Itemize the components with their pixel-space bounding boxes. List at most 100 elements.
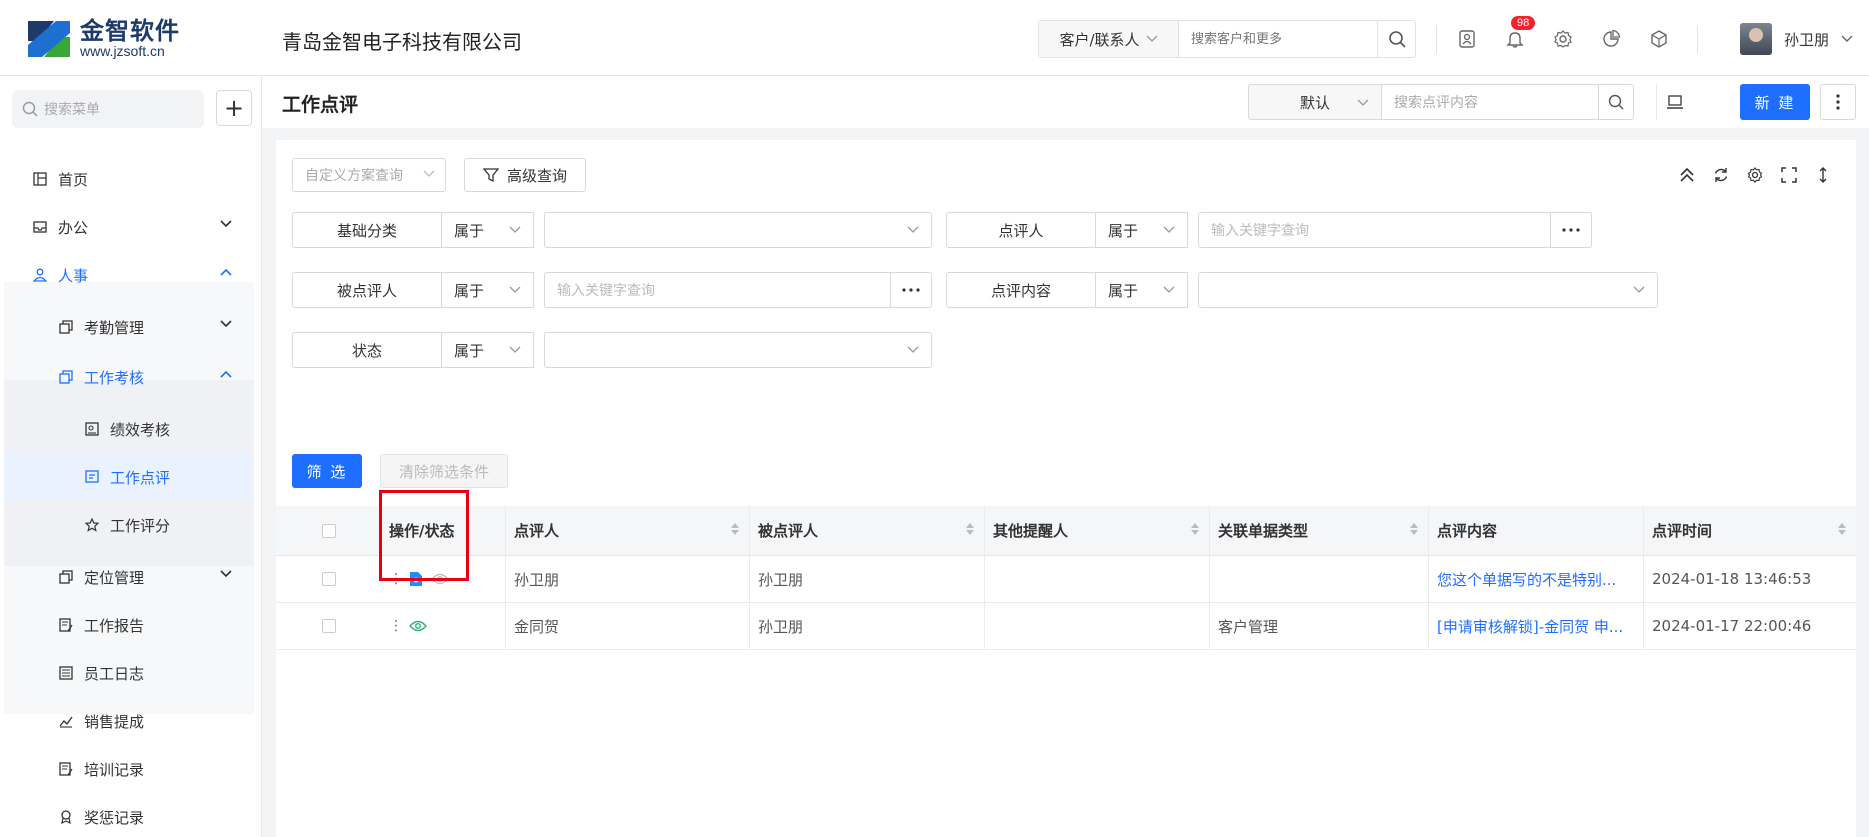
filter-op-reviewer[interactable]: 属于 (1096, 212, 1188, 248)
collapse-button[interactable] (1670, 162, 1704, 188)
fullscreen-button[interactable] (1772, 162, 1806, 188)
sidebar-item-rewards[interactable]: 奖惩记录 (4, 794, 252, 837)
col-time[interactable]: 点评时间 (1644, 506, 1856, 555)
medal-icon (58, 809, 74, 825)
table-row[interactable]: ⋮ 金同贺 孙卫朋 客户管理 [申请审核解锁]-金同贺 申... 2024-01… (276, 603, 1856, 650)
highlight-box (379, 490, 469, 581)
table-row[interactable]: ⋮ 孙卫朋 孙卫朋 您这个单据写的不是特别... 2024-01-18 13:4… (276, 556, 1856, 603)
sidebar-item-office[interactable]: 办公 (4, 204, 252, 250)
search-icon (1608, 94, 1624, 110)
custom-plan-select[interactable]: 自定义方案查询 (292, 158, 446, 192)
apps-button[interactable] (1635, 22, 1683, 56)
col-reviewee[interactable]: 被点评人 (750, 506, 985, 555)
drag-handle-icon[interactable]: ⋮ (389, 618, 403, 634)
row-height-button[interactable] (1806, 162, 1840, 188)
review-content-link[interactable]: 您这个单据写的不是特别... (1429, 556, 1644, 602)
row-checkbox[interactable] (322, 572, 336, 586)
chevron-up-icon (220, 370, 232, 378)
copy-icon (58, 569, 74, 585)
column-settings-button[interactable] (1738, 162, 1772, 188)
chevron-down-icon (509, 346, 521, 353)
row-operations: ⋮ (381, 603, 506, 649)
avatar (1740, 23, 1772, 55)
contacts-button[interactable] (1443, 22, 1491, 56)
sidebar-item-work-review[interactable]: 工作点评 (4, 454, 252, 500)
chevron-down-icon (1163, 286, 1175, 293)
sidebar-item-training[interactable]: 培训记录 (4, 746, 252, 792)
settings-button[interactable] (1539, 22, 1587, 56)
global-search-button[interactable] (1377, 21, 1415, 57)
print-button[interactable] (1656, 84, 1692, 120)
logo[interactable]: 金智软件 www.jzsoft.cn (26, 18, 180, 60)
filter-label-category: 基础分类 (292, 212, 442, 248)
review-search-button[interactable] (1598, 84, 1634, 120)
filter-op-content[interactable]: 属于 (1096, 272, 1188, 308)
review-content-link[interactable]: [申请审核解锁]-金同贺 申... (1429, 603, 1644, 649)
menu-search-input[interactable]: 搜索菜单 (12, 90, 204, 128)
edit-doc-icon (58, 761, 74, 777)
sidebar-item-work-assessment[interactable]: 工作考核 (4, 354, 252, 400)
sidebar-item-staff-log[interactable]: 员工日志 (4, 650, 252, 696)
sidebar-item-location[interactable]: 定位管理 (4, 554, 252, 600)
chevron-down-icon (1357, 99, 1369, 106)
review-search-input[interactable]: 搜索点评内容 (1381, 84, 1598, 120)
chevron-down-icon (509, 226, 521, 233)
chevron-down-icon (1841, 35, 1853, 42)
search-icon (22, 101, 38, 117)
sort-icon (1191, 523, 1199, 535)
vertical-arrows-icon (1819, 167, 1827, 183)
reviewer-picker-button[interactable] (1550, 212, 1592, 248)
user-menu[interactable]: 孙卫朋 (1740, 20, 1853, 58)
filter-op-reviewee[interactable]: 属于 (442, 272, 534, 308)
menu-add-button[interactable]: + (216, 90, 252, 126)
filter-value-content[interactable] (1198, 272, 1658, 308)
eye-icon[interactable] (409, 620, 427, 632)
main-content: 工作点评 默认 搜索点评内容 新 建 自定义方案查询 高级查询 基础分类 属于 … (262, 76, 1869, 837)
query-panel: 自定义方案查询 高级查询 基础分类 属于 点评人 属于 输入关键字查询 被点评人… (276, 140, 1856, 837)
new-button[interactable]: 新 建 (1740, 84, 1810, 120)
sidebar-item-home[interactable]: 首页 (4, 156, 252, 202)
reviewee-picker-button[interactable] (890, 272, 932, 308)
filter-op-status[interactable]: 属于 (442, 332, 534, 368)
refresh-button[interactable] (1704, 162, 1738, 188)
sidebar-item-attendance[interactable]: 考勤管理 (4, 304, 252, 350)
notifications-button[interactable]: 98 (1491, 16, 1539, 56)
edit-doc-icon (58, 617, 74, 633)
advanced-query-button[interactable]: 高级查询 (464, 158, 586, 192)
sidebar-item-work-score[interactable]: 工作评分 (4, 502, 252, 548)
filter-label-reviewer: 点评人 (946, 212, 1096, 248)
more-horizontal-icon (902, 288, 920, 292)
star-icon (84, 517, 100, 533)
sidebar-item-performance[interactable]: 绩效考核 (4, 406, 252, 452)
sidebar-item-sales-commission[interactable]: 销售提成 (4, 698, 252, 744)
clear-filters-button[interactable]: 清除筛选条件 (380, 454, 508, 488)
filter-op-category[interactable]: 属于 (442, 212, 534, 248)
view-select[interactable]: 默认 (1248, 84, 1382, 120)
filter-value-reviewee[interactable]: 输入关键字查询 (544, 272, 932, 308)
chevron-down-icon (907, 226, 919, 233)
brand-url: www.jzsoft.cn (80, 43, 165, 60)
refresh-icon (1714, 168, 1728, 182)
more-options-button[interactable] (1820, 84, 1856, 120)
filter-button[interactable]: 筛 选 (292, 454, 362, 488)
sidebar-item-work-report[interactable]: 工作报告 (4, 602, 252, 648)
col-doc-type[interactable]: 关联单据类型 (1210, 506, 1429, 555)
filter-value-category[interactable] (544, 212, 932, 248)
col-others[interactable]: 其他提醒人 (985, 506, 1210, 555)
col-reviewer[interactable]: 点评人 (506, 506, 750, 555)
filter-value-status[interactable] (544, 332, 932, 368)
global-search-input[interactable] (1179, 21, 1377, 57)
sidebar-item-hr[interactable]: 人事 (4, 252, 252, 298)
filter-label-reviewee: 被点评人 (292, 272, 442, 308)
bell-icon (1506, 32, 1524, 48)
gear-icon (1747, 167, 1763, 183)
more-horizontal-icon (1562, 228, 1580, 232)
laptop-icon (1666, 95, 1683, 109)
select-all-checkbox[interactable] (322, 523, 336, 538)
reports-button[interactable] (1587, 22, 1635, 56)
search-scope-select[interactable]: 客户/联系人 (1039, 21, 1179, 57)
menu-search-placeholder: 搜索菜单 (44, 102, 100, 118)
view-select-label: 默认 (1299, 93, 1330, 112)
row-checkbox[interactable] (322, 619, 336, 633)
filter-value-reviewer[interactable]: 输入关键字查询 (1198, 212, 1592, 248)
